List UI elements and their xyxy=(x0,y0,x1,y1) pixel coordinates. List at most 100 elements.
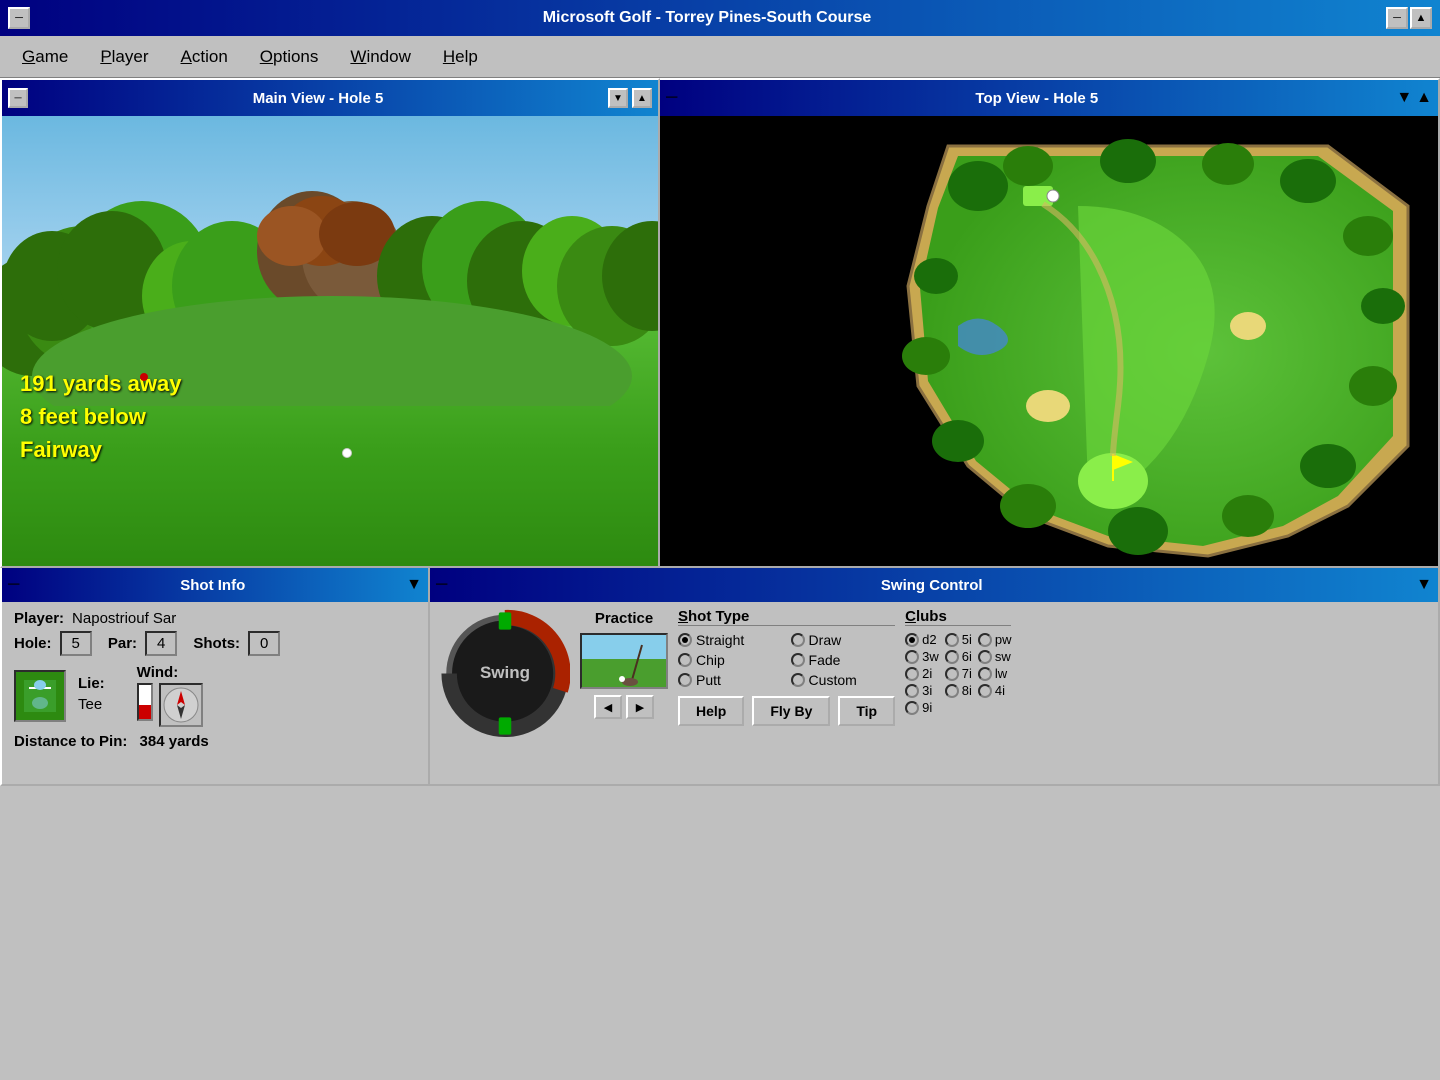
shot-info-system-button[interactable]: ─ xyxy=(8,576,19,594)
shot-type-chip[interactable]: Chip xyxy=(678,652,783,668)
menu-help[interactable]: Help xyxy=(429,43,492,71)
lie-label: Lie: xyxy=(78,675,105,692)
flag-marker xyxy=(140,373,148,381)
club-4i-radio[interactable] xyxy=(978,684,992,698)
top-view-system-button[interactable]: ─ xyxy=(666,89,677,107)
top-view-scroll-down[interactable]: ▼ xyxy=(1396,89,1412,107)
top-view-window: ─ Top View - Hole 5 ▼ ▲ xyxy=(660,78,1440,568)
club-3i[interactable]: 3i xyxy=(905,683,939,698)
menu-options[interactable]: Options xyxy=(246,43,333,71)
top-view-scene xyxy=(660,116,1438,566)
club-3i-radio[interactable] xyxy=(905,684,919,698)
wind-label: Wind: xyxy=(137,664,203,681)
main-view-scroll-up[interactable]: ▲ xyxy=(632,88,652,108)
shot-type-putt[interactable]: Putt xyxy=(678,672,783,688)
lie-value: Tee xyxy=(78,696,102,713)
club-sw-radio[interactable] xyxy=(978,650,992,664)
hole-value: 5 xyxy=(60,631,92,656)
putt-label: Putt xyxy=(696,672,721,688)
tee-svg xyxy=(19,675,61,717)
tip-button[interactable]: Tip xyxy=(838,696,895,726)
club-6i-radio[interactable] xyxy=(945,650,959,664)
maximize-button[interactable]: ▲ xyxy=(1410,7,1432,29)
club-pw-radio[interactable] xyxy=(978,633,992,647)
club-3w-label: 3w xyxy=(922,649,939,664)
club-8i-radio[interactable] xyxy=(945,684,959,698)
lie-labels: Lie: Tee xyxy=(78,675,105,717)
practice-next-button[interactable]: ▶ xyxy=(626,695,654,719)
menu-player[interactable]: Player xyxy=(86,43,162,71)
club-2i-radio[interactable] xyxy=(905,667,919,681)
main-view-scroll-down[interactable]: ▼ xyxy=(608,88,628,108)
straight-label: Straight xyxy=(696,632,744,648)
swing-control-body: Swing Practice xyxy=(430,602,1438,784)
menu-window[interactable]: Window xyxy=(336,43,424,71)
clubs-title: Clubs xyxy=(905,608,1011,626)
club-7i-radio[interactable] xyxy=(945,667,959,681)
minimize-button[interactable]: ─ xyxy=(1386,7,1408,29)
club-3w-radio[interactable] xyxy=(905,650,919,664)
practice-prev-button[interactable]: ◀ xyxy=(594,695,622,719)
club-d2-radio[interactable] xyxy=(905,633,919,647)
menu-game[interactable]: Game xyxy=(8,43,82,71)
fade-label: Fade xyxy=(809,652,841,668)
straight-radio[interactable] xyxy=(678,633,692,647)
system-menu-button[interactable]: ─ xyxy=(8,7,30,29)
shot-type-fade[interactable]: Fade xyxy=(791,652,896,668)
shot-type-draw[interactable]: Draw xyxy=(791,632,896,648)
swing-control-title: Swing Control xyxy=(447,577,1416,594)
par-value: 4 xyxy=(145,631,177,656)
club-2i[interactable]: 2i xyxy=(905,666,939,681)
club-3w[interactable]: 3w xyxy=(905,649,939,664)
wind-indicators xyxy=(137,683,203,727)
fade-radio[interactable] xyxy=(791,653,805,667)
club-d2[interactable]: d2 xyxy=(905,632,939,647)
chip-radio[interactable] xyxy=(678,653,692,667)
club-lw-radio[interactable] xyxy=(978,667,992,681)
wind-bar xyxy=(137,683,153,721)
window-title: Microsoft Golf - Torrey Pines-South Cour… xyxy=(30,9,1384,27)
main-view-system-button[interactable]: ─ xyxy=(8,88,28,108)
club-2i-label: 2i xyxy=(922,666,932,681)
putt-radio[interactable] xyxy=(678,673,692,687)
top-view-scroll-up[interactable]: ▲ xyxy=(1416,89,1432,107)
main-view-title: Main View - Hole 5 xyxy=(32,90,604,107)
club-pw[interactable]: pw xyxy=(978,632,1012,647)
club-8i[interactable]: 8i xyxy=(945,683,972,698)
golf-ball xyxy=(342,448,352,458)
action-buttons: Help Fly By Tip xyxy=(678,696,895,726)
menu-action[interactable]: Action xyxy=(167,43,242,71)
golf-scene: 191 yards away 8 feet below Fairway xyxy=(2,116,658,566)
swing-meter[interactable]: Swing xyxy=(440,608,570,738)
club-sw[interactable]: sw xyxy=(978,649,1012,664)
club-lw[interactable]: lw xyxy=(978,666,1012,681)
club-9i-radio[interactable] xyxy=(905,701,919,715)
shot-info-scroll[interactable]: ▼ xyxy=(406,576,422,594)
practice-image xyxy=(580,633,668,689)
club-sw-label: sw xyxy=(995,649,1011,664)
club-6i-label: 6i xyxy=(962,649,972,664)
club-7i[interactable]: 7i xyxy=(945,666,972,681)
fly-by-button[interactable]: Fly By xyxy=(752,696,830,726)
club-6i[interactable]: 6i xyxy=(945,649,972,664)
swing-control-system-button[interactable]: ─ xyxy=(436,576,447,594)
club-4i-label: 4i xyxy=(995,683,1005,698)
club-5i-radio[interactable] xyxy=(945,633,959,647)
tee-icon xyxy=(14,670,66,722)
club-9i[interactable]: 9i xyxy=(905,700,939,715)
swing-button-label[interactable]: Swing xyxy=(480,663,530,683)
draw-radio[interactable] xyxy=(791,633,805,647)
club-5i[interactable]: 5i xyxy=(945,632,972,647)
shot-type-straight[interactable]: Straight xyxy=(678,632,783,648)
club-4i[interactable]: 4i xyxy=(978,683,1012,698)
practice-nav: ◀ ▶ xyxy=(594,695,654,719)
chip-label: Chip xyxy=(696,652,725,668)
shot-type-custom[interactable]: Custom xyxy=(791,672,896,688)
shot-type-section: Shot Type Straight Draw Chip xyxy=(678,608,895,778)
practice-section: Practice ◀ ▶ xyxy=(580,608,668,778)
clubs-grid: d2 5i pw 3w xyxy=(905,632,1011,715)
custom-radio[interactable] xyxy=(791,673,805,687)
swing-control-scroll[interactable]: ▼ xyxy=(1416,576,1432,594)
course-map-svg xyxy=(828,126,1438,566)
help-button[interactable]: Help xyxy=(678,696,744,726)
